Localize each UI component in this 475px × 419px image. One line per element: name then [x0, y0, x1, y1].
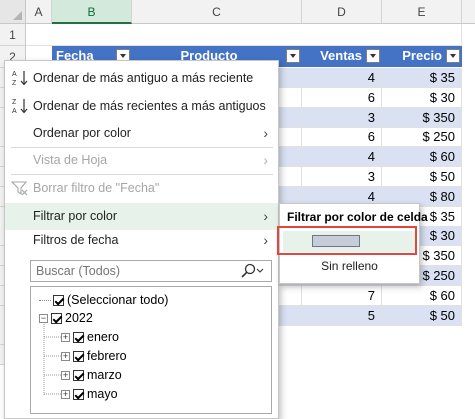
ventas-cell[interactable]: 4 — [302, 147, 382, 168]
column-header-d[interactable]: D — [302, 0, 382, 24]
header-ventas-label: Ventas — [320, 48, 362, 63]
menu-date-filters[interactable]: Filtros de fecha › — [5, 227, 278, 254]
producto-filter-dropdown-button[interactable] — [286, 49, 300, 63]
ventas-cell[interactable]: 4 — [302, 68, 382, 88]
month-label: mayo — [87, 387, 118, 401]
search-box[interactable] — [30, 260, 272, 282]
row-1-cells[interactable] — [26, 24, 462, 46]
ventas-cell[interactable]: 7 — [302, 285, 382, 306]
menu-sort-descending[interactable]: ZA Ordenar de más recientes a más antigu… — [5, 93, 278, 120]
menu-sort-by-color[interactable]: Ordenar por color › — [5, 120, 278, 147]
menu-sort-descending-label: Ordenar de más recientes a más antiguos — [33, 99, 266, 113]
clear-filter-funnel-icon — [10, 179, 29, 197]
header-ventas[interactable]: Ventas — [302, 46, 382, 67]
ventas-cell[interactable]: 3 — [302, 167, 382, 187]
tree-connector-lines — [43, 324, 61, 396]
menu-sort-ascending-label: Ordenar de más antiguo a más reciente — [33, 71, 254, 85]
menu-filter-by-color[interactable]: Filtrar por color › — [5, 203, 278, 230]
month-label: febrero — [87, 349, 127, 363]
chevron-right-icon: › — [263, 125, 268, 141]
highlight-annotation-box — [277, 226, 417, 255]
chevron-right-icon: › — [263, 232, 268, 248]
svg-text:A: A — [12, 71, 17, 78]
precio-cell[interactable]: $ 250 — [382, 127, 462, 148]
menu-clear-filter: Borrar filtro de "Fecha" — [5, 175, 278, 202]
no-fill-option[interactable]: Sin relleno — [280, 259, 419, 273]
menu-sheet-view: Vista de Hoja › — [5, 147, 278, 174]
header-precio[interactable]: Precio — [382, 46, 462, 67]
sort-za-descending-icon: ZA — [11, 97, 29, 115]
ventas-cell[interactable]: 5 — [302, 305, 382, 326]
ventas-cell[interactable]: 6 — [302, 87, 382, 108]
precio-cell[interactable]: $ 35 — [382, 68, 462, 88]
ventas-cell[interactable]: 6 — [302, 127, 382, 148]
menu-sort-ascending[interactable]: AZ Ordenar de más antiguo a más reciente — [5, 65, 278, 92]
precio-cell[interactable]: $ 30 — [382, 87, 462, 108]
menu-date-filters-label: Filtros de fecha — [33, 233, 119, 247]
ventas-filter-dropdown-button[interactable] — [366, 49, 380, 63]
column-header-e[interactable]: E — [382, 0, 462, 24]
filter-dropdown-menu: AZ Ordenar de más antiguo a más reciente… — [4, 60, 279, 419]
search-input[interactable] — [31, 261, 231, 281]
sort-az-ascending-icon: AZ — [11, 69, 29, 87]
column-header-a[interactable]: A — [26, 0, 52, 24]
ventas-cell[interactable]: 3 — [302, 107, 382, 128]
month-label: marzo — [87, 368, 122, 382]
svg-text:Z: Z — [12, 99, 17, 106]
month-label: enero — [87, 330, 119, 344]
header-precio-label: Precio — [402, 48, 442, 63]
column-header-f[interactable] — [462, 0, 475, 24]
precio-filter-dropdown-button[interactable] — [446, 49, 460, 63]
svg-text:A: A — [12, 108, 17, 115]
chevron-right-icon: › — [263, 208, 268, 224]
precio-cell[interactable]: $ 50 — [382, 167, 462, 187]
submenu-title: Filtrar por color de celda — [287, 210, 428, 224]
menu-clear-filter-label: Borrar filtro de "Fecha" — [33, 181, 160, 195]
menu-sheet-view-label: Vista de Hoja — [33, 153, 108, 167]
column-header-b[interactable]: B — [52, 0, 132, 24]
select-all-corner[interactable] — [0, 0, 26, 24]
menu-sort-by-color-label: Ordenar por color — [33, 126, 131, 140]
precio-cell[interactable]: $ 50 — [382, 305, 462, 326]
chevron-right-icon: › — [263, 152, 268, 168]
precio-cell[interactable]: $ 60 — [382, 147, 462, 168]
svg-text:Z: Z — [12, 80, 17, 87]
precio-cell[interactable]: $ 60 — [382, 285, 462, 306]
filter-value-tree: (Seleccionar todo) −2022 + enero + febrero… — [30, 286, 272, 414]
column-header-c[interactable]: C — [132, 0, 302, 24]
row-header-1[interactable]: 1 — [0, 24, 26, 46]
menu-filter-by-color-label: Filtrar por color — [33, 209, 118, 223]
precio-cell[interactable]: $ 350 — [382, 107, 462, 128]
search-icon[interactable] — [239, 263, 265, 279]
